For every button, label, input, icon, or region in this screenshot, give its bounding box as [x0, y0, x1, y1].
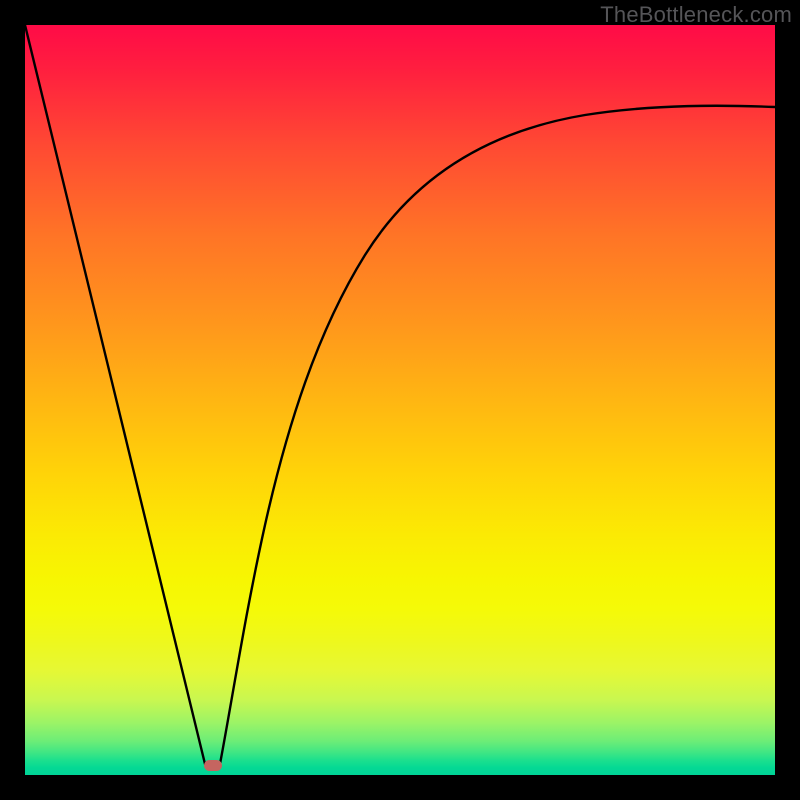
chart-frame: TheBottleneck.com — [0, 0, 800, 800]
bottleneck-curve — [25, 25, 775, 775]
plot-area — [25, 25, 775, 775]
minimum-marker — [204, 760, 222, 771]
